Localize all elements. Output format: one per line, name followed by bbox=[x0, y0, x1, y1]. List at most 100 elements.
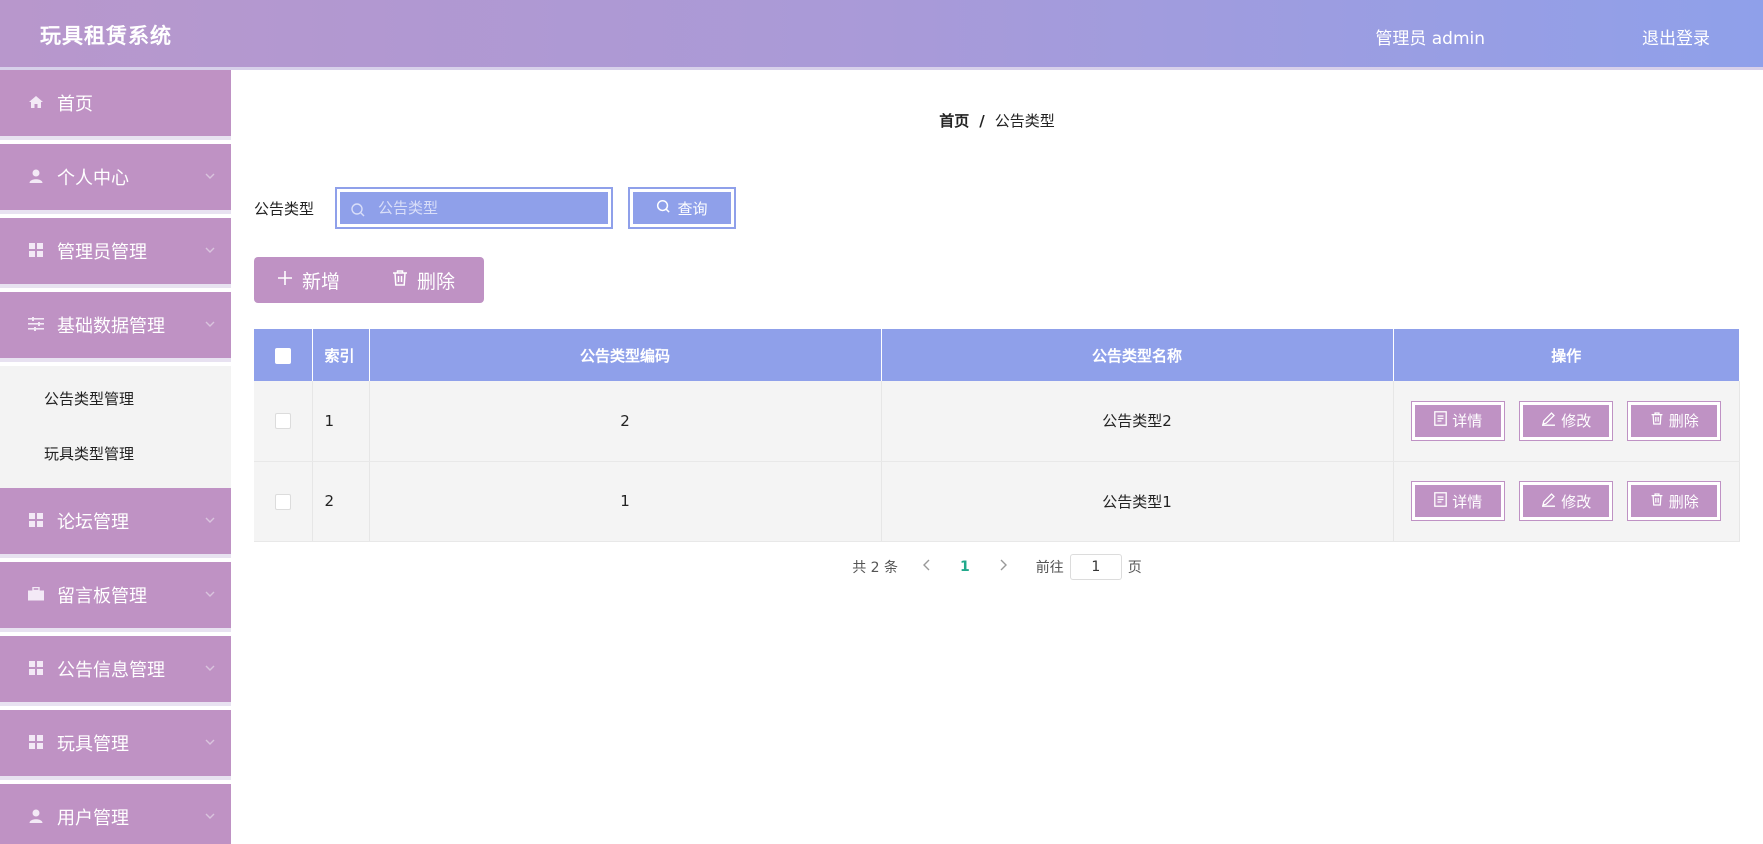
delete-button-label: 删除 bbox=[1668, 412, 1699, 431]
add-button[interactable]: 新增 bbox=[254, 257, 369, 303]
select-all-cell bbox=[254, 329, 313, 381]
document-icon bbox=[1434, 411, 1448, 430]
edit-button-label: 修改 bbox=[1561, 412, 1592, 431]
add-button-label: 新增 bbox=[302, 270, 341, 293]
breadcrumb-separator: / bbox=[979, 112, 985, 130]
sidebar-item-profile[interactable]: 个人中心 bbox=[0, 144, 231, 214]
sidebar-item-admin[interactable]: 管理员管理 bbox=[0, 218, 231, 288]
query-button[interactable]: 查询 bbox=[628, 187, 736, 229]
search-label: 公告类型 bbox=[254, 200, 315, 218]
top-header: 玩具租赁系统 管理员 admin 退出登录 bbox=[0, 0, 1763, 70]
row-checkbox[interactable] bbox=[274, 493, 291, 510]
search-icon bbox=[656, 199, 671, 218]
chevron-down-icon bbox=[203, 316, 217, 330]
search-field-wrapper bbox=[335, 187, 613, 229]
chevron-down-icon bbox=[203, 660, 217, 674]
chevron-down-icon bbox=[203, 808, 217, 822]
sidebar-item-toys[interactable]: 玩具管理 bbox=[0, 710, 231, 780]
sidebar-item-label: 玩具管理 bbox=[57, 734, 129, 755]
grid-icon bbox=[28, 512, 44, 528]
row-select-cell bbox=[254, 381, 313, 462]
breadcrumb: 首页 / 公告类型 bbox=[231, 110, 1763, 131]
detail-button[interactable]: 详情 bbox=[1411, 400, 1506, 441]
sidebar-item-message-board[interactable]: 留言板管理 bbox=[0, 562, 231, 632]
table-header-row: 索引 公告类型编码 公告类型名称 操作 bbox=[254, 329, 1740, 381]
sidebar-item-label: 首页 bbox=[57, 94, 93, 115]
sidebar-item-notice-info[interactable]: 公告信息管理 bbox=[0, 636, 231, 706]
action-buttons: 新增 删除 bbox=[254, 257, 484, 303]
pagination-total: 共 2 条 bbox=[852, 560, 899, 576]
delete-button[interactable]: 删除 bbox=[1627, 400, 1722, 441]
chevron-down-icon bbox=[203, 242, 217, 256]
column-header-index[interactable]: 索引 bbox=[312, 329, 370, 381]
home-icon bbox=[28, 94, 44, 110]
cell-name: 公告类型1 bbox=[881, 461, 1394, 542]
sidebar-subitem-notice-type[interactable]: 公告类型管理 bbox=[0, 372, 231, 427]
app-title: 玩具租赁系统 bbox=[40, 24, 172, 48]
notice-type-table: 索引 公告类型编码 公告类型名称 操作 1 2 公告类型2 详情 修改 删除 2… bbox=[254, 329, 1740, 542]
sidebar-item-label: 公告信息管理 bbox=[57, 660, 165, 681]
base-data-submenu: 公告类型管理 玩具类型管理 bbox=[0, 366, 231, 488]
column-header-name[interactable]: 公告类型名称 bbox=[881, 329, 1394, 381]
bulk-delete-button[interactable]: 删除 bbox=[369, 257, 484, 303]
cell-name: 公告类型2 bbox=[881, 381, 1394, 462]
cell-code: 1 bbox=[369, 461, 882, 542]
current-user-label: 管理员 admin bbox=[1375, 29, 1485, 49]
pagination-goto-label: 前往 bbox=[1035, 560, 1064, 576]
cell-operations: 详情 修改 删除 bbox=[1393, 461, 1740, 542]
document-icon bbox=[1434, 491, 1448, 511]
delete-button-label: 删除 bbox=[1668, 492, 1699, 511]
breadcrumb-current: 公告类型 bbox=[994, 112, 1055, 130]
notice-type-search-input[interactable] bbox=[340, 192, 608, 224]
detail-button-label: 详情 bbox=[1452, 412, 1483, 431]
sidebar-item-label: 个人中心 bbox=[57, 168, 129, 189]
trash-icon bbox=[1650, 492, 1664, 511]
trash-icon bbox=[391, 269, 409, 292]
sidebar-item-label: 管理员管理 bbox=[57, 242, 147, 263]
trash-icon bbox=[1650, 411, 1664, 430]
chevron-down-icon bbox=[203, 512, 217, 526]
pencil-icon bbox=[1541, 492, 1556, 511]
sidebar-item-forum[interactable]: 论坛管理 bbox=[0, 488, 231, 558]
edit-button-label: 修改 bbox=[1561, 492, 1592, 511]
cell-index: 1 bbox=[312, 381, 370, 462]
chevron-down-icon bbox=[203, 734, 217, 748]
pagination-jump-input[interactable] bbox=[1069, 554, 1122, 580]
bulk-delete-button-label: 删除 bbox=[417, 270, 456, 293]
cell-index: 2 bbox=[312, 461, 370, 542]
breadcrumb-home[interactable]: 首页 bbox=[939, 112, 969, 130]
logout-link[interactable]: 退出登录 bbox=[1642, 24, 1710, 49]
plus-icon bbox=[276, 269, 294, 292]
sidebar-item-label: 论坛管理 bbox=[57, 512, 129, 533]
select-all-checkbox[interactable] bbox=[274, 347, 291, 364]
cell-code: 2 bbox=[369, 381, 882, 462]
sidebar: 首页 个人中心 管理员管理 基础数据管理 公告类型管理 玩具类型管理 论坛管理 … bbox=[0, 70, 231, 844]
user-icon bbox=[28, 808, 44, 824]
sidebar-item-home[interactable]: 首页 bbox=[0, 70, 231, 140]
grid-icon bbox=[28, 242, 44, 258]
pagination: 共 2 条 1 前往 页 bbox=[231, 554, 1763, 580]
detail-button[interactable]: 详情 bbox=[1411, 481, 1506, 521]
chevron-down-icon bbox=[203, 168, 217, 182]
sidebar-item-base-data[interactable]: 基础数据管理 bbox=[0, 292, 231, 362]
pagination-page-current[interactable]: 1 bbox=[960, 559, 970, 575]
sidebar-item-users[interactable]: 用户管理 bbox=[0, 784, 231, 844]
edit-button[interactable]: 修改 bbox=[1519, 481, 1614, 521]
delete-button[interactable]: 删除 bbox=[1627, 481, 1722, 521]
pagination-page-unit: 页 bbox=[1127, 560, 1142, 576]
edit-button[interactable]: 修改 bbox=[1519, 400, 1614, 441]
table-row: 1 2 公告类型2 详情 修改 删除 bbox=[254, 381, 1740, 462]
sidebar-subitem-toy-type[interactable]: 玩具类型管理 bbox=[0, 427, 231, 482]
chevron-left-icon[interactable] bbox=[920, 559, 934, 575]
row-checkbox[interactable] bbox=[274, 413, 291, 430]
search-icon bbox=[350, 202, 366, 222]
briefcase-icon bbox=[28, 586, 44, 602]
chevron-right-icon[interactable] bbox=[996, 559, 1010, 575]
grid-icon bbox=[28, 660, 44, 676]
main-content: 首页 / 公告类型 公告类型 查询 新增 删除 bbox=[231, 73, 1763, 844]
column-header-code[interactable]: 公告类型编码 bbox=[369, 329, 882, 381]
sidebar-item-label: 基础数据管理 bbox=[57, 316, 165, 337]
query-button-label: 查询 bbox=[677, 199, 708, 218]
row-select-cell bbox=[254, 461, 313, 542]
cell-operations: 详情 修改 删除 bbox=[1393, 381, 1740, 462]
